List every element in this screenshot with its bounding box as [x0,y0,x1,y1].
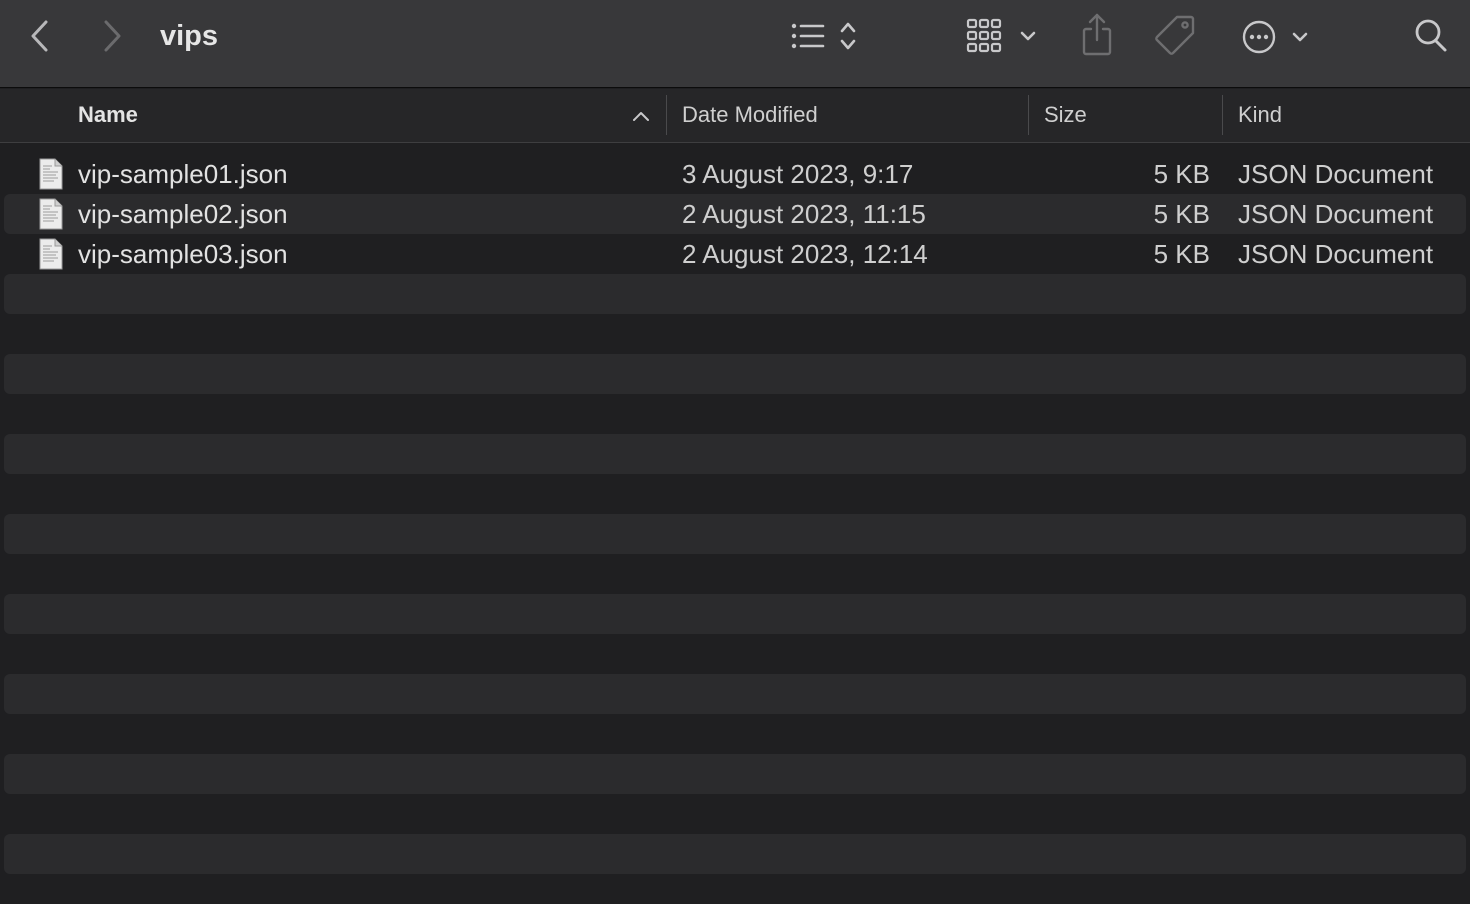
tag-button[interactable] [1152,12,1198,58]
group-button[interactable] [962,14,1042,58]
chevron-down-icon [1020,31,1036,41]
list-view-icon [791,22,856,50]
file-kind: JSON Document [1238,199,1434,229]
ellipsis-circle-icon [1242,20,1308,54]
file-size: 5 KB [1153,199,1210,229]
folder-title: vips [160,20,219,52]
search-icon [1415,19,1447,52]
column-size-header[interactable]: Size [1044,89,1087,142]
document-icon [39,238,63,270]
empty-row [4,834,1466,874]
icon-grid-icon [966,18,1036,53]
toolbar: vips [0,0,1470,88]
file-name: vip-sample01.json [78,159,288,189]
file-date: 3 August 2023, 9:17 [682,159,914,189]
back-button[interactable] [20,14,60,58]
share-icon [1082,13,1112,56]
empty-row [4,594,1466,634]
document-icon [39,198,63,230]
file-name: vip-sample03.json [78,239,288,269]
empty-row [4,434,1466,474]
finder-window: vips Name Date Modified Size Kind vip-sa… [0,0,1470,904]
column-separator[interactable] [666,95,667,135]
file-kind: JSON Document [1238,159,1434,189]
empty-row [4,674,1466,714]
more-actions-button[interactable] [1240,14,1314,58]
column-header: Name Date Modified Size Kind [0,89,1470,143]
document-icon [39,158,63,190]
forward-button[interactable] [92,14,132,58]
file-size: 5 KB [1153,159,1210,189]
file-date: 2 August 2023, 12:14 [682,239,928,269]
empty-row [4,514,1466,554]
column-name-header[interactable]: Name [78,89,138,142]
search-button[interactable] [1410,14,1452,58]
empty-row [4,754,1466,794]
empty-row [4,274,1466,314]
column-separator[interactable] [1222,95,1223,135]
column-separator[interactable] [1028,95,1029,135]
file-size: 5 KB [1153,239,1210,269]
view-options-button[interactable] [786,16,866,56]
column-date-header[interactable]: Date Modified [682,89,818,142]
tag-icon [1155,15,1195,55]
file-row[interactable]: vip-sample02.json 2 August 2023, 11:15 5… [4,194,1466,234]
file-date: 2 August 2023, 11:15 [682,199,926,229]
column-kind-header[interactable]: Kind [1238,89,1282,142]
share-button[interactable] [1076,10,1118,60]
chevron-left-icon [31,20,48,52]
chevron-right-icon [104,20,121,52]
sort-ascending-icon[interactable] [630,105,652,127]
empty-row [4,354,1466,394]
file-kind: JSON Document [1238,239,1434,269]
file-row[interactable]: vip-sample01.json 3 August 2023, 9:17 5 … [4,154,1466,194]
file-row[interactable]: vip-sample03.json 2 August 2023, 12:14 5… [4,234,1466,274]
file-name: vip-sample02.json [78,199,288,229]
